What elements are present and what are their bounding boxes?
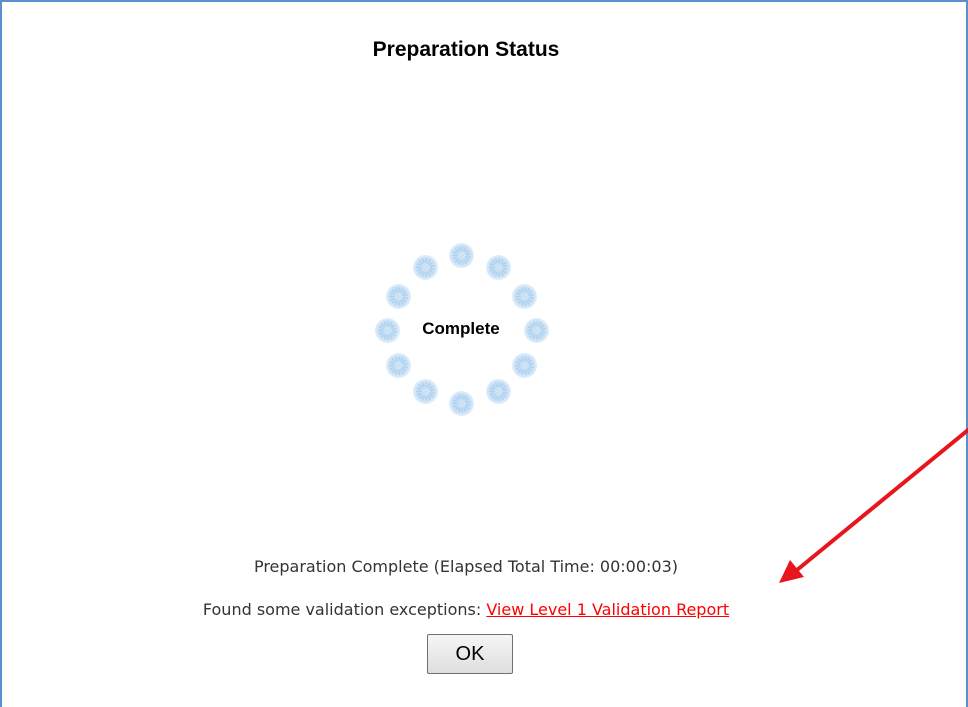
spinner-dot <box>386 353 411 378</box>
validation-report-link[interactable]: View Level 1 Validation Report <box>486 600 729 619</box>
spinner-dot <box>449 391 474 416</box>
preparation-status-dialog: Preparation Status Complete Preparation … <box>0 0 968 707</box>
spinner-dot <box>486 379 511 404</box>
spinner-dot <box>486 255 511 280</box>
spinner-dot <box>386 284 411 309</box>
spinner-status-label: Complete <box>422 319 500 338</box>
spinner-dot <box>413 379 438 404</box>
validation-prefix-text: Found some validation exceptions: <box>202 600 487 619</box>
spinner-dot <box>413 255 438 280</box>
dialog-title: Preparation Status <box>372 38 560 61</box>
spinner-dot <box>512 284 537 309</box>
loading-spinner-icon: Complete <box>373 241 549 421</box>
validation-message: Found some validation exceptions: View L… <box>2 600 930 619</box>
elapsed-time-status: Preparation Complete (Elapsed Total Time… <box>253 557 679 576</box>
ok-button[interactable]: OK <box>427 634 513 674</box>
spinner-dot <box>449 243 474 268</box>
spinner-dot <box>512 353 537 378</box>
